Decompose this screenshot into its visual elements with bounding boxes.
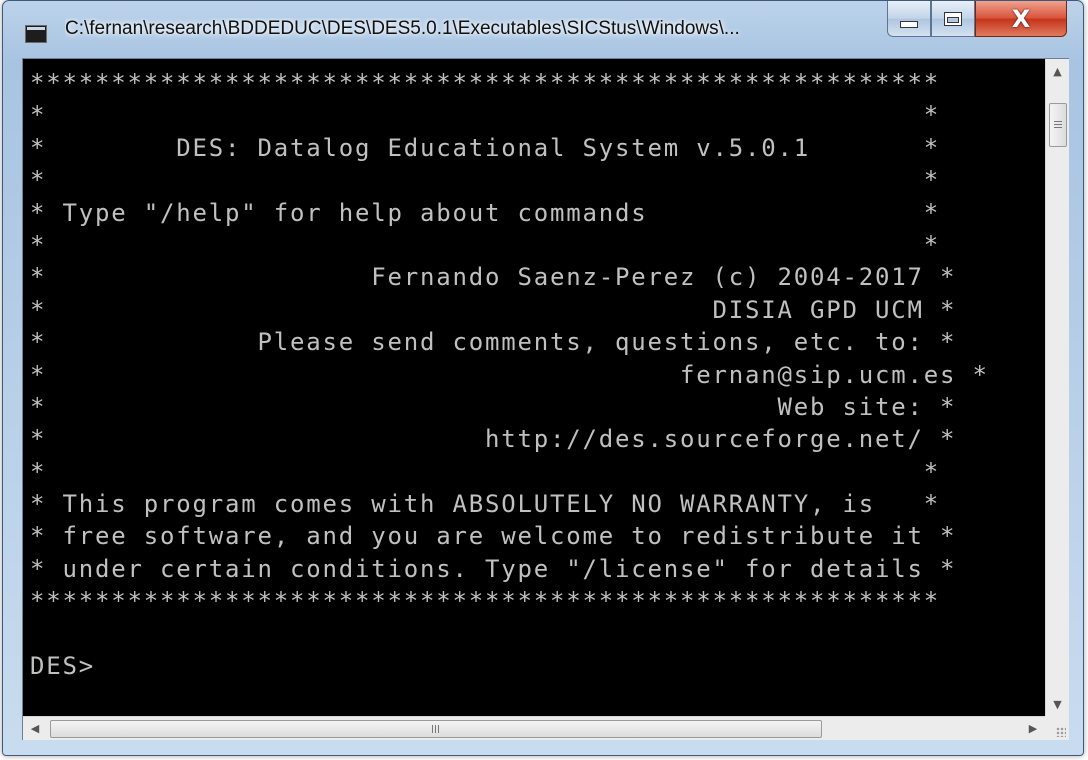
console-line: * Web site: * [30, 392, 957, 421]
console-line: ****************************************… [30, 587, 940, 616]
maximize-button[interactable] [931, 1, 975, 37]
scroll-up-icon[interactable]: ▲ [1046, 59, 1069, 83]
console-line: * http://des.sourceforge.net/ * [30, 425, 957, 454]
vertical-scroll-thumb[interactable] [1049, 103, 1067, 147]
minimize-icon [900, 21, 918, 28]
scroll-left-icon[interactable]: ◀ [23, 717, 47, 740]
console-text: ****************************************… [30, 67, 989, 682]
console-output[interactable]: ****************************************… [23, 59, 1045, 716]
grip-icon [431, 725, 441, 733]
console-line: * * [30, 230, 940, 259]
close-icon: X [1011, 4, 1031, 33]
maximize-icon [945, 12, 961, 25]
console-line: * DISIA GPD UCM * [30, 295, 957, 324]
minimize-button[interactable] [887, 1, 931, 37]
console-client-area: ****************************************… [22, 58, 1069, 740]
console-line: * free software, and you are welcome to … [30, 522, 957, 551]
close-button[interactable]: X [975, 1, 1067, 37]
vertical-scrollbar[interactable]: ▲ ▼ [1045, 59, 1069, 716]
console-line: * DES: Datalog Educational System v.5.0.… [30, 133, 940, 162]
window-title: C:\fernan\research\BDDEDUC\DES\DES5.0.1\… [65, 18, 740, 39]
console-app-icon[interactable] [25, 25, 47, 43]
console-line: * fernan@sip.ucm.es * [30, 360, 989, 389]
console-line: * * [30, 457, 940, 486]
console-line: * Fernando Saenz-Perez (c) 2004-2017 * [30, 263, 957, 292]
console-line: * Please send comments, questions, etc. … [30, 328, 957, 357]
console-line: ****************************************… [30, 69, 940, 97]
console-line: * under certain conditions. Type "/licen… [30, 554, 957, 583]
horizontal-scroll-thumb[interactable] [50, 720, 822, 738]
scroll-right-icon[interactable]: ▶ [1021, 717, 1045, 740]
console-line: DES> [30, 652, 95, 681]
caption-buttons: X [887, 1, 1067, 39]
grip-icon [1054, 120, 1062, 130]
console-line: * This program comes with ABSOLUTELY NO … [30, 490, 940, 519]
horizontal-scrollbar[interactable]: ◀ ▶ [23, 716, 1045, 740]
scroll-down-icon[interactable]: ▼ [1046, 692, 1069, 716]
title-bar[interactable]: C:\fernan\research\BDDEDUC\DES\DES5.0.1\… [3, 1, 1083, 57]
console-window[interactable]: C:\fernan\research\BDDEDUC\DES\DES5.0.1\… [2, 0, 1084, 756]
console-line: * * [30, 166, 940, 195]
resize-grip[interactable] [1045, 716, 1069, 740]
console-line: * Type "/help" for help about commands * [30, 198, 940, 227]
console-line: * * [30, 101, 940, 130]
